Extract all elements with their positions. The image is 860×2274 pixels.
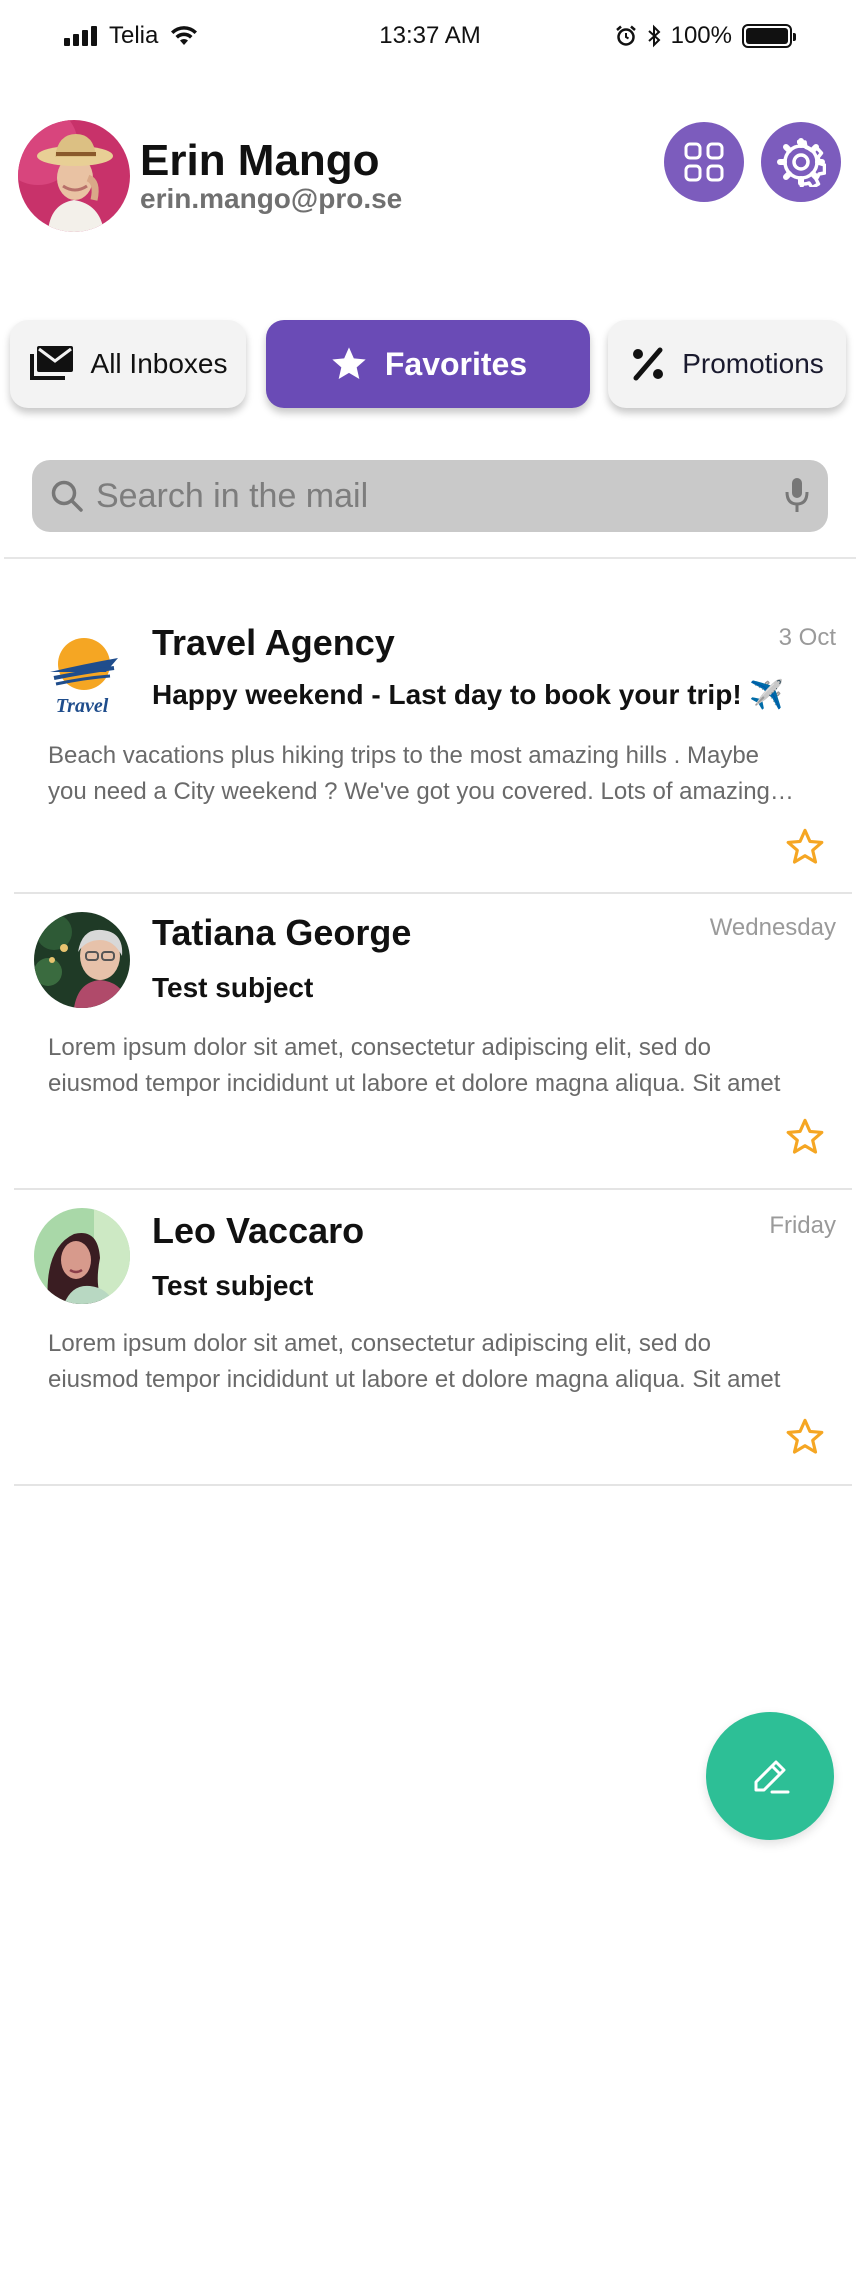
status-bar-right: 100% (615, 22, 796, 50)
star-icon (332, 347, 366, 379)
percent-icon (633, 347, 664, 381)
microphone-icon[interactable] (784, 476, 810, 516)
tab-all-inboxes[interactable]: All Inboxes (10, 320, 246, 408)
mail-preview-line: you need a City weekend ? We've got you … (48, 778, 794, 805)
mail-icon (29, 346, 73, 380)
tab-label: Favorites (384, 345, 528, 382)
status-bar: Telia 13:37 AM 100% (0, 0, 860, 72)
mail-item[interactable]: Tatiana George Wednesday Test subject Lo… (14, 894, 852, 1190)
tab-label: All Inboxes (90, 348, 228, 379)
user-name: Erin Mango (140, 135, 380, 185)
apps-grid-icon (684, 142, 724, 182)
mail-preview-line: Lorem ipsum dolor sit amet, consectetur … (48, 1034, 711, 1061)
avatar[interactable] (18, 120, 130, 232)
mail-preview: Lorem ipsum dolor sit amet, consectetur … (48, 1326, 828, 1398)
battery-percent: 100% (670, 22, 732, 49)
tab-promotions[interactable]: Promotions (608, 320, 846, 408)
divider (4, 557, 856, 559)
mail-preview-line: eiusmod tempor incididunt ut labore et d… (48, 1366, 781, 1393)
mail-preview: Beach vacations plus hiking trips to the… (48, 738, 828, 810)
sender-avatar (34, 1208, 130, 1304)
compose-pencil-icon (754, 1760, 790, 1794)
search-input[interactable] (96, 476, 784, 516)
settings-button[interactable] (761, 122, 841, 202)
user-email: erin.mango@pro.se (140, 182, 403, 214)
mail-subject: Happy weekend - Last day to book your tr… (152, 679, 785, 710)
mail-subject: Test subject (152, 1270, 314, 1301)
mail-date: 3 Oct (778, 624, 836, 651)
tab-favorites[interactable]: Favorites (266, 320, 590, 408)
mail-preview-line: Lorem ipsum dolor sit amet, consectetur … (48, 1330, 711, 1357)
apps-button[interactable] (664, 122, 744, 202)
mail-subject: Test subject (152, 972, 314, 1003)
mailbox-tabs: All Inboxes Favorites Promotions (0, 320, 860, 410)
profile-header: Erin Mango erin.mango@pro.se (18, 120, 402, 232)
mail-preview-line: eiusmod tempor incididunt ut labore et d… (48, 1070, 781, 1097)
compose-button[interactable] (706, 1712, 834, 1840)
tab-label: Promotions (682, 348, 824, 379)
mail-preview: Lorem ipsum dolor sit amet, consectetur … (48, 1030, 828, 1102)
sender-logo: Travel (34, 628, 130, 724)
travel-logo-text: Travel (56, 695, 109, 717)
mail-date: Wednesday (709, 914, 836, 941)
star-icon[interactable] (784, 826, 826, 868)
mail-sender: Tatiana George (152, 912, 412, 953)
mail-item[interactable]: Leo Vaccaro Friday Test subject Lorem ip… (14, 1190, 852, 1486)
alarm-icon (615, 25, 636, 46)
mail-sender: Travel Agency (152, 622, 395, 663)
search-bar (32, 460, 828, 532)
divider (14, 1484, 852, 1486)
sender-avatar (34, 912, 130, 1008)
bluetooth-icon (647, 24, 661, 48)
battery-icon (742, 24, 796, 48)
search-icon (51, 480, 83, 512)
gear-icon (777, 138, 826, 187)
mail-item[interactable]: Travel Travel Agency 3 Oct Happy weekend… (14, 610, 852, 894)
star-icon[interactable] (784, 1416, 826, 1458)
mail-preview-line: Beach vacations plus hiking trips to the… (48, 742, 760, 769)
star-icon[interactable] (784, 1116, 826, 1158)
mail-date: Friday (769, 1212, 836, 1239)
mail-sender: Leo Vaccaro (152, 1210, 365, 1251)
